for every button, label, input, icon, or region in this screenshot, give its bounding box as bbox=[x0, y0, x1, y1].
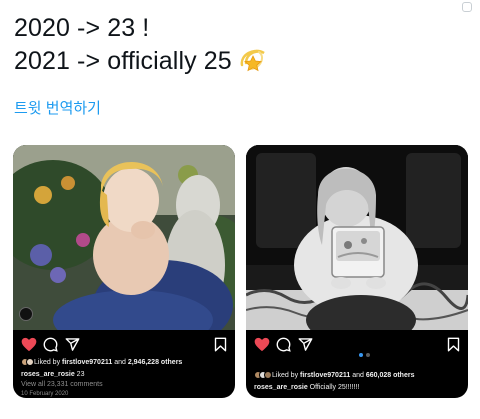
instagram-post-right[interactable]: Liked by firstlove970211 and 660,028 oth… bbox=[246, 145, 468, 398]
post-actions-left bbox=[21, 337, 227, 355]
likes-line-left: Liked by firstlove970211 and 2,946,228 o… bbox=[21, 358, 229, 369]
post-actions-right bbox=[254, 337, 460, 357]
heart-icon[interactable] bbox=[21, 337, 37, 357]
post-date: 10 February 2020 bbox=[21, 391, 69, 397]
share-icon[interactable] bbox=[65, 337, 80, 357]
post-photo-right bbox=[246, 145, 468, 330]
comment-icon[interactable] bbox=[43, 337, 58, 357]
post-caption: Officially 25!!!!!!! bbox=[309, 384, 360, 391]
dizzy-star-icon bbox=[238, 45, 268, 82]
likes-mid: and bbox=[352, 372, 364, 379]
liker-avatars bbox=[254, 371, 272, 382]
carousel-dots bbox=[359, 344, 373, 362]
tweet-line-2-text: 2021 -> officially 25 bbox=[14, 47, 232, 75]
tagged-user-icon[interactable] bbox=[19, 307, 33, 321]
post-caption: 23 bbox=[76, 371, 85, 378]
liker-avatars bbox=[21, 358, 34, 369]
post-photo-left bbox=[13, 145, 235, 330]
tweet-line-2: 2021 -> officially 25 bbox=[14, 45, 454, 82]
share-icon[interactable] bbox=[298, 337, 313, 357]
likes-mid: and bbox=[114, 359, 126, 366]
likes-count[interactable]: 2,946,228 others bbox=[128, 359, 182, 366]
view-comments-link[interactable]: View all 23,331 comments bbox=[21, 380, 229, 389]
bookmark-icon[interactable] bbox=[214, 337, 227, 357]
carousel-dot bbox=[366, 353, 370, 357]
liker-name[interactable]: firstlove970211 bbox=[62, 359, 112, 366]
likes-line-right: Liked by firstlove970211 and 660,028 oth… bbox=[254, 371, 462, 382]
carousel-dot-active bbox=[359, 353, 363, 357]
instagram-post-left[interactable]: Liked by firstlove970211 and 2,946,228 o… bbox=[13, 145, 235, 398]
likes-count[interactable]: 660,028 others bbox=[366, 372, 415, 379]
translate-tweet-link[interactable]: 트윗 번역하기 bbox=[14, 97, 101, 118]
heart-icon[interactable] bbox=[254, 337, 270, 357]
likes-prefix: Liked by bbox=[34, 359, 61, 366]
bookmark-icon[interactable] bbox=[447, 337, 460, 357]
caption-left: roses_are_rosie 23 bbox=[21, 370, 229, 379]
comment-icon[interactable] bbox=[276, 337, 291, 357]
tweet-text: 2020 -> 23 ! 2021 -> officially 25 bbox=[14, 12, 454, 82]
caption-right: roses_are_rosie Officially 25!!!!!!! bbox=[254, 383, 462, 392]
likes-prefix: Liked by bbox=[272, 372, 299, 379]
tweet-line-1: 2020 -> 23 ! bbox=[14, 14, 150, 42]
corner-mark-icon bbox=[462, 2, 472, 12]
post-username[interactable]: roses_are_rosie bbox=[21, 371, 75, 378]
liker-name[interactable]: firstlove970211 bbox=[300, 372, 350, 379]
post-username[interactable]: roses_are_rosie bbox=[254, 384, 308, 391]
